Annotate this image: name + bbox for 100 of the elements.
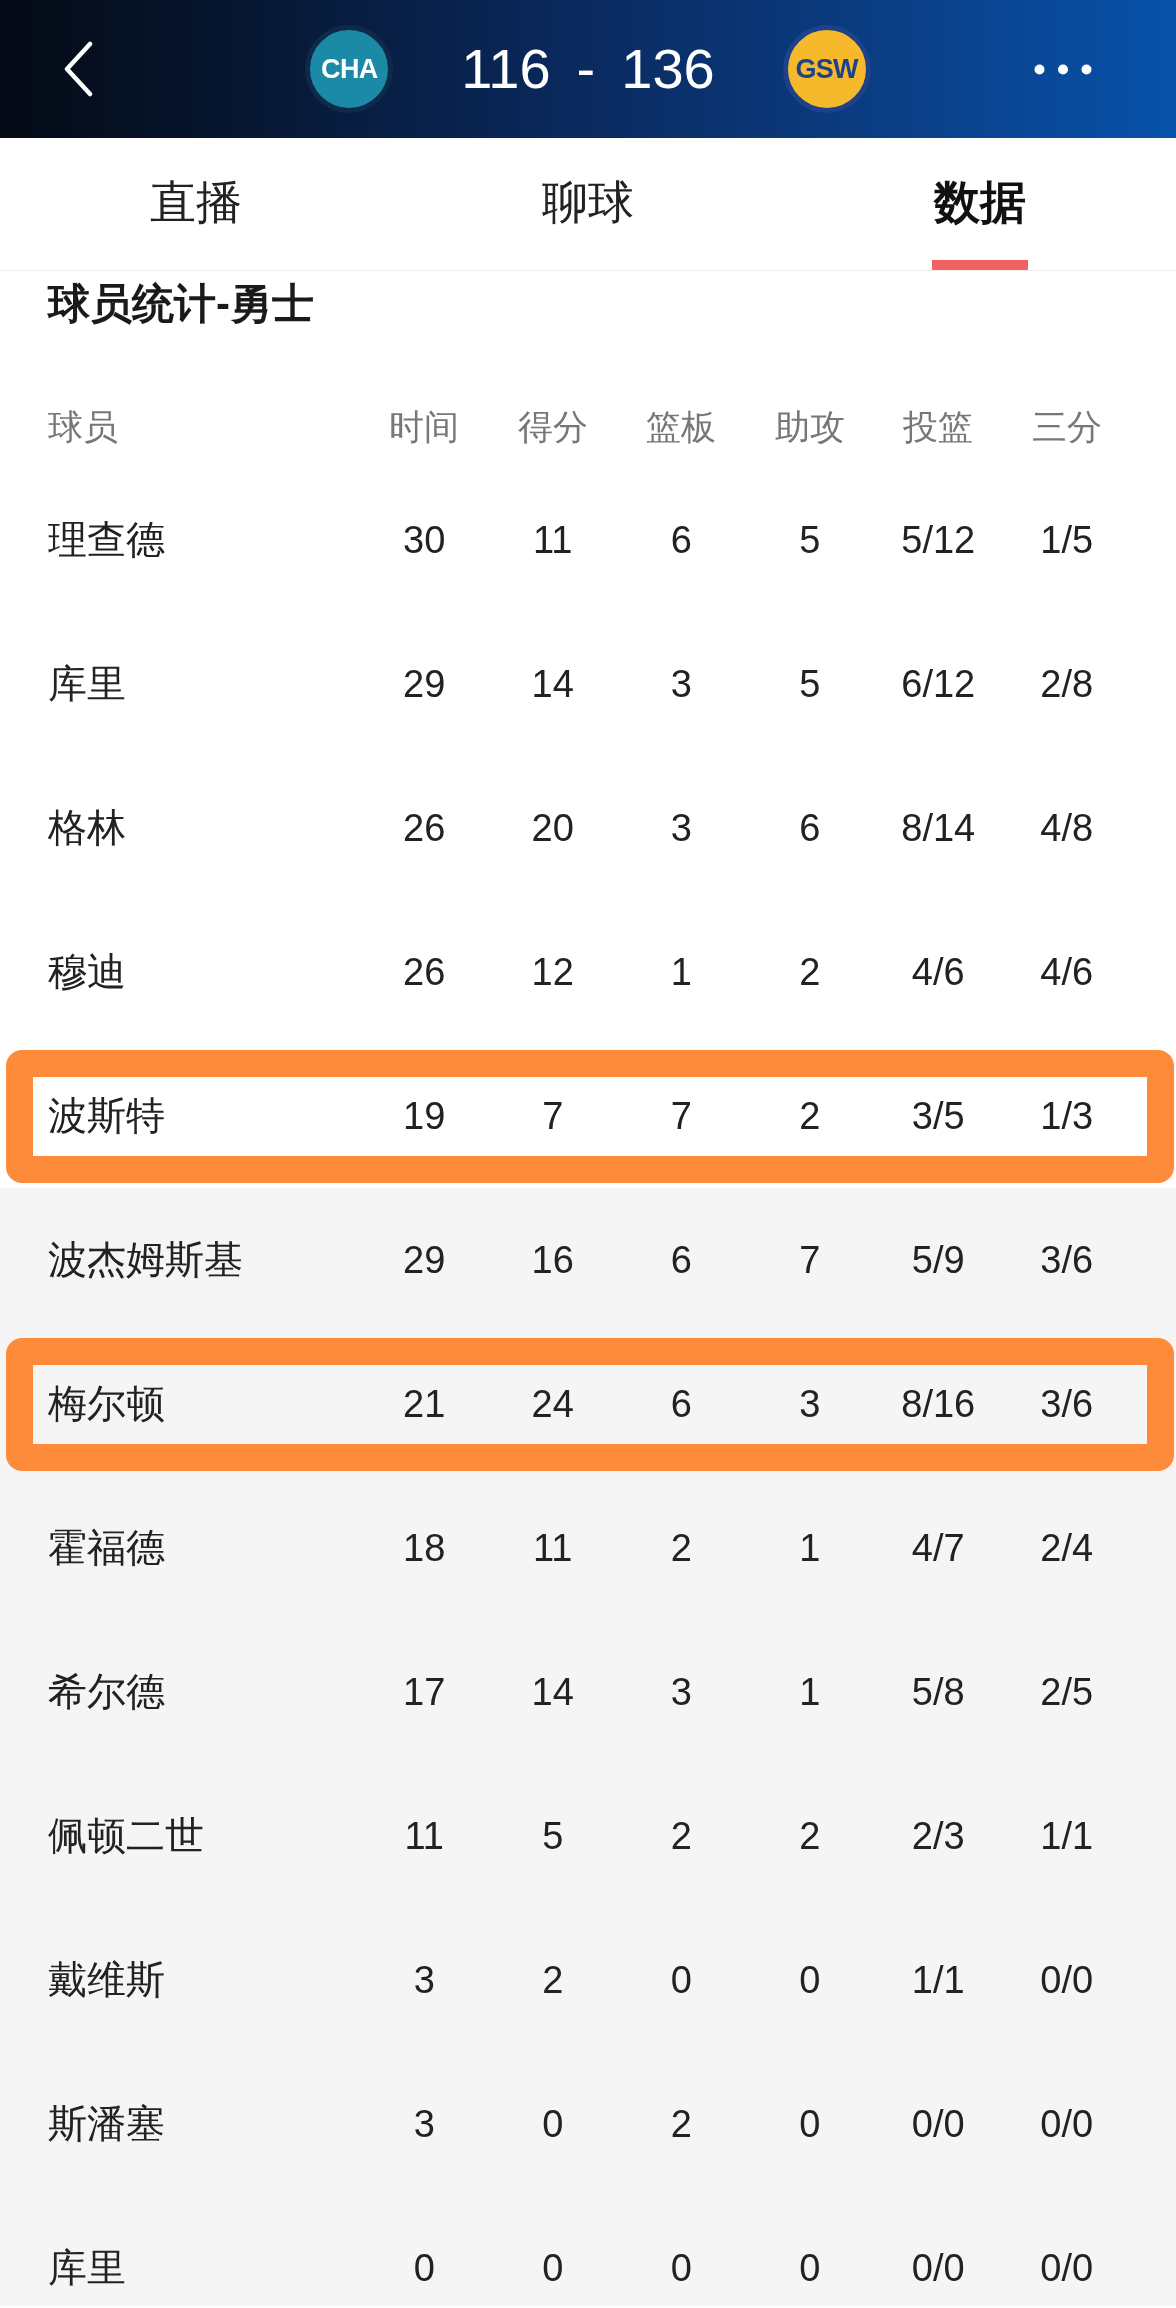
stat-cell: 14 [531,662,574,706]
stat-cell: 30 [403,518,446,562]
away-score: 136 [621,41,715,97]
stat-cell: 2/8 [1040,662,1094,706]
player-name: 戴维斯 [48,1958,165,2002]
player-name: 波斯特 [48,1094,165,1138]
stat-cell: 3 [670,1670,692,1714]
stat-cell: 0/0 [911,2102,965,2146]
score-separator: - [576,41,596,97]
stat-cell: 3 [670,806,692,850]
player-name: 波杰姆斯基 [48,1238,243,1282]
stat-cell: 0/0 [1040,2246,1094,2290]
stat-cell: 4/6 [911,950,965,994]
stat-cell: 11 [533,1526,573,1570]
stat-cell: 3/6 [1040,1382,1094,1426]
stat-cell: 2 [799,1094,821,1138]
team-logo: CHA [305,25,394,113]
stat-cell: 0/0 [1040,2102,1094,2146]
player-name: 希尔德 [48,1670,165,1714]
stat-cell: 3/6 [1040,1238,1094,1282]
stat-cell: 6 [670,1238,692,1282]
stat-cell: 2 [542,1958,564,2002]
stat-cell: 4/8 [1040,806,1094,850]
chevron-left-icon [63,41,93,97]
stat-cell: 1 [799,1526,821,1570]
stat-cell: 7 [542,1094,564,1138]
home-score: 116 [461,41,551,97]
stat-cell: 2 [670,2102,692,2146]
stat-cell: 1/1 [911,1958,965,2002]
column-header: 时间 [389,405,460,448]
tab[interactable]: 聊球 [540,138,636,270]
section-title: 球员统计-勇士 [48,278,314,329]
stat-cell: 1/1 [1040,1814,1094,1858]
stat-cell: 18 [403,1526,446,1570]
stat-cell: 7 [799,1238,821,1282]
stat-cell: 20 [531,806,574,850]
stat-cell: 2 [670,1814,692,1858]
stat-cell: 24 [531,1382,574,1426]
stat-cell: 0/0 [1040,1958,1094,2002]
tab[interactable]: 数据 [932,138,1028,270]
stat-cell: 29 [403,1238,446,1282]
stat-cell: 8/16 [901,1382,976,1426]
stat-cell: 16 [531,1238,574,1282]
player-name: 库里 [48,2246,126,2290]
stat-cell: 7 [670,1094,692,1138]
stat-cell: 1/3 [1040,1094,1094,1138]
stat-cell: 6 [670,1382,692,1426]
team-logo: GSW [782,25,871,113]
stat-cell: 6 [670,518,692,562]
stat-cell: 6 [799,806,821,850]
player-name: 佩顿二世 [48,1814,204,1858]
stat-cell: 0 [413,2246,435,2290]
stat-cell: 3/5 [911,1094,965,1138]
stat-cell: 19 [403,1094,446,1138]
player-name: 梅尔顿 [48,1382,165,1426]
player-name: 格林 [48,806,126,850]
stat-cell: 29 [403,662,446,706]
stat-cell: 21 [403,1382,446,1426]
more-icon [1034,63,1092,75]
stat-cell: 0 [799,1958,821,2002]
stat-cell: 2/4 [1040,1526,1094,1570]
player-name: 霍福德 [48,1526,165,1570]
stat-cell: 0 [670,2246,692,2290]
stat-cell: 17 [403,1670,446,1714]
stat-cell: 2 [799,950,821,994]
stat-cell: 11 [404,1814,444,1858]
stat-cell: 5/8 [911,1670,965,1714]
stat-cell: 1 [799,1670,821,1714]
stat-cell: 0 [542,2246,564,2290]
stat-cell: 3 [670,662,692,706]
stat-cell: 6/12 [901,662,976,706]
stat-cell: 3 [413,2102,435,2146]
stat-cell: 1/5 [1040,518,1094,562]
stat-cell: 0/0 [911,2246,965,2290]
stat-cell: 0 [799,2102,821,2146]
stat-cell: 0 [799,2246,821,2290]
stat-cell: 5/9 [911,1238,965,1282]
stat-cell: 2 [670,1526,692,1570]
stat-cell: 5 [799,518,821,562]
stat-cell: 5/12 [901,518,976,562]
stat-cell: 2/3 [911,1814,965,1858]
player-name: 斯潘塞 [48,2102,165,2146]
stat-cell: 0 [670,1958,692,2002]
tab[interactable]: 直播 [148,138,244,270]
stat-cell: 11 [533,518,573,562]
stat-cell: 4/6 [1040,950,1094,994]
stat-cell: 26 [403,806,446,850]
column-header: 三分 [1031,405,1102,448]
column-header: 球员 [48,405,118,448]
stat-cell: 26 [403,950,446,994]
column-header: 得分 [517,405,588,448]
stat-cell: 2 [799,1814,821,1858]
player-name: 库里 [48,662,126,706]
stat-cell: 5 [799,662,821,706]
column-header: 投篮 [903,405,974,448]
stat-cell: 12 [531,950,574,994]
stat-cell: 14 [531,1670,574,1714]
stat-cell: 2/5 [1040,1670,1094,1714]
stat-cell: 5 [542,1814,564,1858]
player-name: 理查德 [48,518,165,562]
